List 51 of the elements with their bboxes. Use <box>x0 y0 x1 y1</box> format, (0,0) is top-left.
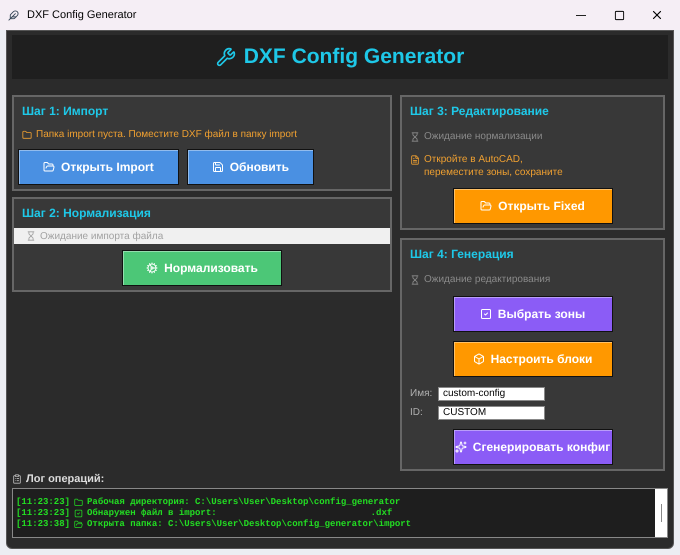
status-text: Ожидание редактирования <box>424 273 550 287</box>
floppy-icon <box>212 161 224 173</box>
notice-text: Откройте в AutoCAD, переместите зоны, сохраните <box>424 153 563 179</box>
log-text: Обнаружен файл в import: <box>87 508 217 519</box>
log-text: Рабочая директория: C:\Users\User\Desktop\config_generator <box>87 497 400 508</box>
log-text: Открыта папка: C:\Users\User\Desktop\config_generator\import <box>87 519 412 530</box>
log-time: [11:23:23] <box>16 497 70 508</box>
action-button[interactable]: Выбрать зоны <box>452 296 612 332</box>
window-title: DXF Config Generator <box>27 8 138 23</box>
action-button[interactable]: Обновить <box>186 149 314 185</box>
hourglass-icon <box>26 231 36 241</box>
sparkles-icon <box>454 441 467 453</box>
step-title: Шаг 3: Редактирование <box>409 103 550 120</box>
action-button[interactable]: Нормализовать <box>122 250 282 286</box>
gear-icon <box>146 262 158 274</box>
text-field[interactable]: CUSTOM <box>438 406 545 420</box>
checkbox-icon <box>74 509 84 518</box>
step-title: Шаг 4: Генерация <box>409 246 515 263</box>
status-bar: Ожидание импорта файла <box>14 228 390 244</box>
wrench-icon <box>216 47 236 67</box>
minimize-icon <box>576 14 586 16</box>
action-button[interactable]: Настроить блоки <box>452 341 612 377</box>
clipboard-icon <box>12 474 22 484</box>
cube-icon <box>472 353 485 365</box>
folder-icon <box>22 130 32 140</box>
folder-icon <box>43 161 55 173</box>
folder-icon <box>74 498 84 507</box>
log-title: Лог операций: <box>26 472 104 486</box>
action-button[interactable]: Сгенерировать конфиг <box>452 429 612 465</box>
checkbox-icon <box>480 308 492 320</box>
maximize-icon <box>614 10 624 20</box>
hourglass-icon <box>410 274 420 284</box>
text-field[interactable]: custom-config <box>438 386 545 400</box>
step-title: Шаг 2: Нормализация <box>21 205 152 222</box>
folder-icon <box>74 520 84 529</box>
close-icon <box>650 8 664 22</box>
folder-icon <box>480 200 492 212</box>
notice-text: Папка import пуста. Поместите DXF файл в папку import <box>36 128 298 141</box>
app-heading: DXF Config Generator <box>244 44 464 70</box>
log-time: [11:23:38] <box>16 519 70 530</box>
action-button[interactable]: Открыть Fixed <box>452 188 612 224</box>
log-time: [11:23:23] <box>16 508 70 519</box>
app-icon <box>8 10 19 20</box>
status-text: Ожидание нормализации <box>424 130 542 144</box>
action-button[interactable]: Открыть Import <box>18 149 179 185</box>
step-title: Шаг 1: Импорт <box>21 103 110 120</box>
field-label: ID: <box>410 406 424 420</box>
field-label: Имя: <box>410 387 434 401</box>
hourglass-icon <box>410 132 420 142</box>
log-text: .dxf <box>370 508 392 519</box>
document-icon <box>410 155 420 165</box>
